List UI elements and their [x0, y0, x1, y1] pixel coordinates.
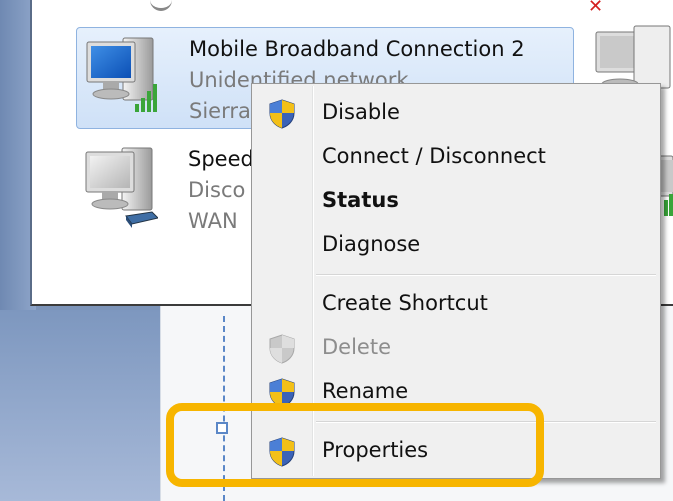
- menu-item-label: Rename: [322, 379, 409, 403]
- properties-highlight-box: [166, 403, 544, 487]
- disconnected-x-icon: ✕: [588, 0, 604, 17]
- menu-item-connect-disconnect[interactable]: Connect / Disconnect: [254, 136, 658, 178]
- menu-item-delete: Delete: [254, 327, 658, 369]
- computer-modem-icon: [85, 147, 158, 228]
- connection-name: Mobile Broadband Connection 2: [189, 37, 525, 61]
- menu-item-disable[interactable]: Disable: [254, 92, 658, 134]
- uac-shield-icon: [269, 334, 295, 364]
- menu-item-label: Create Shortcut: [322, 291, 488, 315]
- connection-device: WAN: [188, 209, 238, 233]
- menu-item-label: Status: [322, 188, 399, 212]
- connection-details: Speed Disco WAN: [188, 144, 254, 237]
- computer-signal-icon: [86, 37, 157, 112]
- menu-item-label: Diagnose: [322, 232, 421, 256]
- menu-item-label: Delete: [322, 335, 391, 359]
- uac-shield-icon: [269, 99, 295, 129]
- menu-item-label: Disable: [322, 100, 400, 124]
- menu-item-status[interactable]: Status: [254, 180, 658, 222]
- connection-name: Speed: [188, 147, 254, 171]
- menu-item-create-shortcut[interactable]: Create Shortcut: [254, 283, 658, 325]
- connection-status: Disco: [188, 178, 246, 202]
- menu-item-diagnose[interactable]: Diagnose: [254, 224, 658, 266]
- menu-item-label: Connect / Disconnect: [322, 144, 546, 168]
- menu-separator: [316, 274, 656, 276]
- desktop-background-lower: [0, 310, 160, 501]
